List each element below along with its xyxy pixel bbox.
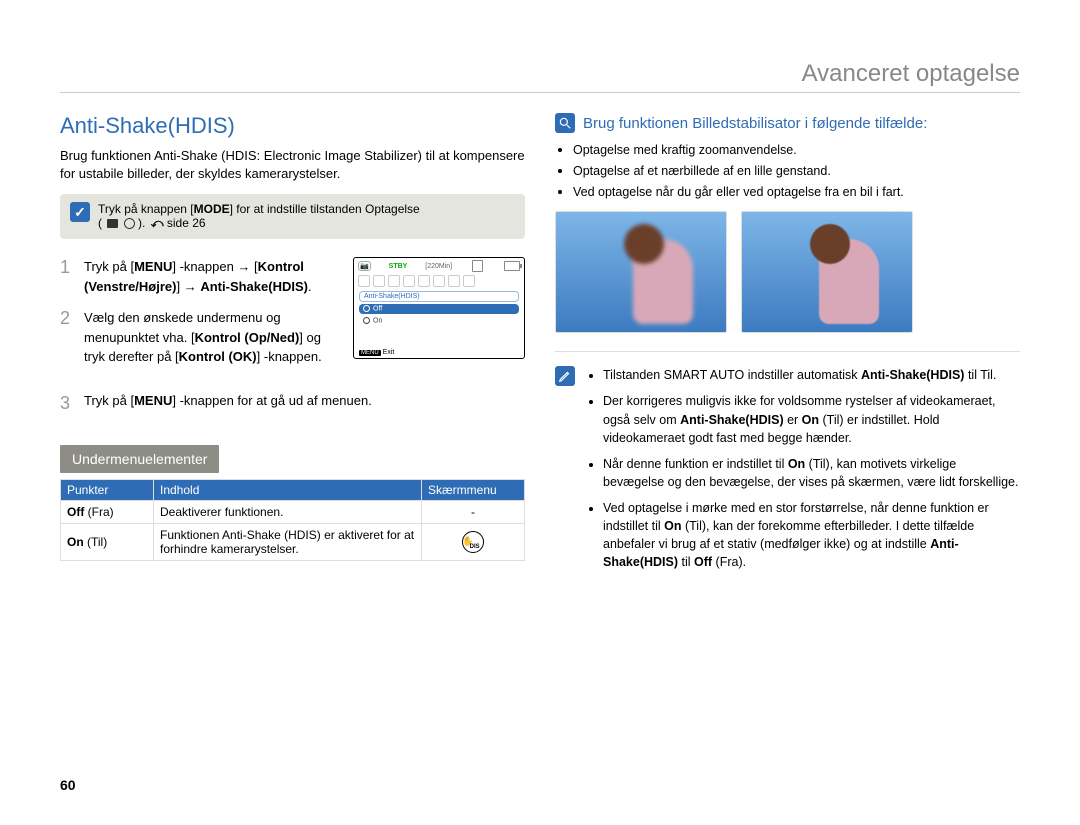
- example-image-sharp: [741, 211, 913, 333]
- lcd-item-off: Off: [359, 304, 519, 313]
- list-item: Ved optagelse når du går eller ved optag…: [573, 181, 1020, 202]
- lcd-list-title: Anti-Shake(HDIS): [359, 291, 519, 302]
- step-text: Tryk på [MENU] -knappen → [Kontrol (Vens…: [84, 257, 341, 296]
- content-columns: Anti-Shake(HDIS) Brug funktionen Anti-Sh…: [60, 113, 1020, 580]
- pencil-icon: [555, 366, 575, 386]
- header-title: Avanceret optagelse: [60, 60, 1020, 88]
- check-icon: ✓: [70, 202, 90, 222]
- list-item: Tilstanden SMART AUTO indstiller automat…: [603, 366, 1020, 384]
- left-column: Anti-Shake(HDIS) Brug funktionen Anti-Sh…: [60, 113, 525, 580]
- step-num: 3: [60, 393, 74, 415]
- lcd-footer: MENUExit: [359, 349, 394, 356]
- list-item: Der korrigeres muligvis ikke for voldsom…: [603, 392, 1020, 446]
- lcd-card-icon: [472, 260, 483, 272]
- table-row: On (Til) Funktionen Anti-Shake (HDIS) er…: [61, 523, 525, 560]
- lcd-status: STBY: [389, 263, 408, 270]
- list-item: Optagelse af et nærbillede af en lille g…: [573, 160, 1020, 181]
- photo-mode-icon: [124, 218, 135, 229]
- col-skaermmenu: Skærmmenu: [422, 479, 525, 500]
- notes-list: Tilstanden SMART AUTO indstiller automat…: [603, 366, 1020, 579]
- arrow-icon: →: [184, 277, 197, 297]
- use-cases-list: Optagelse med kraftig zoomanvendelse. Op…: [573, 139, 1020, 201]
- submenu-table: Punkter Indhold Skærmmenu Off (Fra) Deak…: [60, 479, 525, 561]
- right-header-row: Brug funktionen Billedstabilisator i føl…: [555, 113, 1020, 133]
- lcd-screenshot: 📷 STBY [220Min] Anti-Shake(HDIS) Off On: [353, 257, 525, 359]
- table-header-row: Punkter Indhold Skærmmenu: [61, 479, 525, 500]
- step-text: Vælg den ønskede undermenu og menupunkte…: [84, 308, 341, 367]
- search-icon: [555, 113, 575, 133]
- table-row: Off (Fra) Deaktiverer funktionen. -: [61, 500, 525, 523]
- header-divider: [60, 92, 1020, 93]
- video-mode-icon: [107, 219, 118, 228]
- submenu-header: Undermenuelementer: [60, 445, 219, 473]
- notes-block: Tilstanden SMART AUTO indstiller automat…: [555, 366, 1020, 579]
- lcd-remaining: [220Min]: [425, 263, 452, 270]
- list-item: Ved optagelse i mørke med en stor forstø…: [603, 499, 1020, 572]
- intro-text: Brug funktionen Anti-Shake (HDIS: Electr…: [60, 147, 525, 182]
- step-1: 1 Tryk på [MENU] -knappen → [Kontrol (Ve…: [60, 257, 341, 296]
- example-image-blurry: [555, 211, 727, 333]
- right-column: Brug funktionen Billedstabilisator i føl…: [555, 113, 1020, 580]
- steps-row: 1 Tryk på [MENU] -knappen → [Kontrol (Ve…: [60, 257, 525, 379]
- arrow-icon: →: [237, 257, 250, 277]
- example-images: [555, 211, 1020, 333]
- section-title: Anti-Shake(HDIS): [60, 113, 525, 139]
- steps-list: 1 Tryk på [MENU] -knappen → [Kontrol (Ve…: [60, 257, 341, 379]
- col-indhold: Indhold: [154, 479, 422, 500]
- list-item: Når denne funktion er indstillet til On …: [603, 455, 1020, 491]
- lcd-tabs: [354, 273, 524, 289]
- right-header-title: Brug funktionen Billedstabilisator i føl…: [583, 115, 927, 132]
- col-punkter: Punkter: [61, 479, 154, 500]
- step-num: 1: [60, 257, 74, 296]
- mode-tip-box: ✓ Tryk på knappen [MODE] for at indstill…: [60, 194, 525, 239]
- hdis-hand-icon: ✋DIS: [462, 531, 484, 553]
- step-num: 2: [60, 308, 74, 367]
- step-2: 2 Vælg den ønskede undermenu og menupunk…: [60, 308, 341, 367]
- page-root: Avanceret optagelse Anti-Shake(HDIS) Bru…: [0, 0, 1080, 825]
- lcd-item-on: On: [359, 316, 519, 325]
- step-text: Tryk på [MENU] -knappen for at gå ud af …: [84, 393, 372, 415]
- lcd-rec-icon: 📷: [358, 261, 371, 271]
- mode-tip-text: Tryk på knappen [MODE] for at indstille …: [98, 202, 420, 231]
- list-item: Optagelse med kraftig zoomanvendelse.: [573, 139, 1020, 160]
- step-3: 3 Tryk på [MENU] -knappen for at gå ud a…: [60, 393, 525, 415]
- back-icon: ⤺: [151, 216, 164, 231]
- lcd-battery-icon: [504, 261, 520, 271]
- page-number: 60: [60, 777, 76, 793]
- divider: [555, 351, 1020, 352]
